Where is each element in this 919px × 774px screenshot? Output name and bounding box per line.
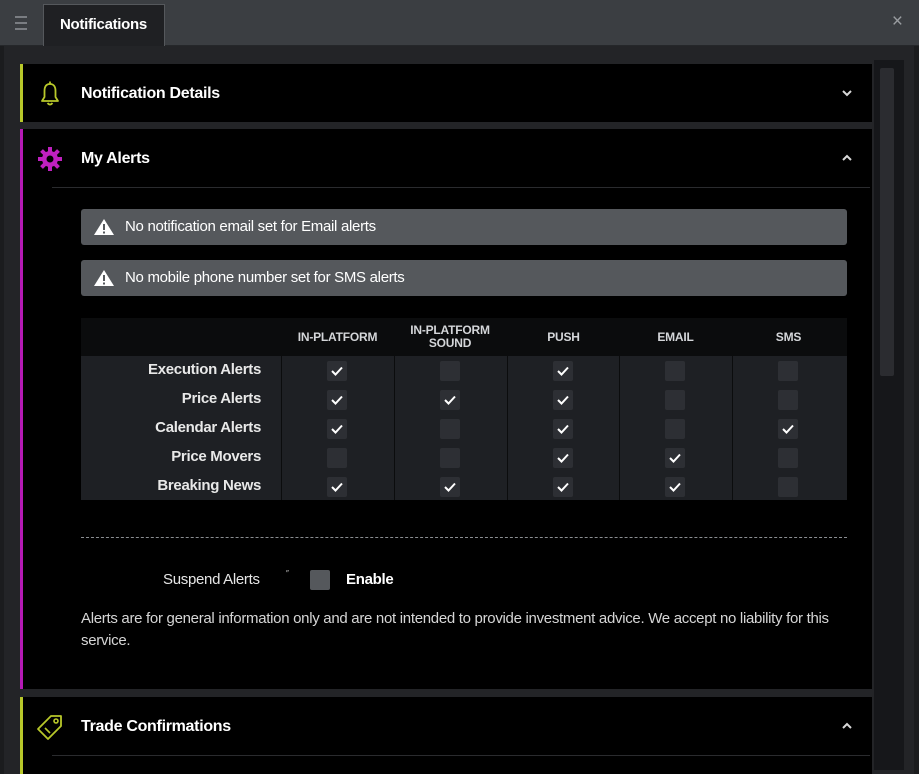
column-header: SMS <box>775 329 802 344</box>
checkmark-icon <box>557 395 569 405</box>
warning-text: No mobile phone number set for SMS alert… <box>125 269 405 286</box>
close-icon[interactable]: × <box>892 12 903 31</box>
section-divider <box>81 537 847 538</box>
tag-icon <box>37 715 62 740</box>
bell-icon <box>41 81 59 106</box>
notification-details-panel: Notification Details <box>20 64 872 122</box>
trade-confirmations-title: Trade Confirmations <box>81 718 231 735</box>
checkmark-icon <box>669 482 681 492</box>
suspend-enable-checkbox[interactable] <box>310 570 330 590</box>
my-alerts-title: My Alerts <box>81 150 150 167</box>
enable-label[interactable]: Enable <box>346 571 394 588</box>
checked-checkbox[interactable] <box>327 419 347 439</box>
vertical-scrollbar[interactable] <box>874 60 904 770</box>
chevron-up-icon[interactable] <box>840 151 854 165</box>
column-header: IN-PLATFORM <box>297 329 378 344</box>
checked-checkbox[interactable] <box>440 477 460 497</box>
checkmark-icon <box>782 424 794 434</box>
table-row: Breaking News <box>81 472 847 501</box>
trade-confirmations-header[interactable]: Trade Confirmations <box>20 697 872 757</box>
unchecked-checkbox[interactable] <box>778 477 798 497</box>
table-row: Execution Alerts <box>81 356 847 385</box>
table-row: Price Alerts <box>81 385 847 414</box>
unchecked-checkbox[interactable] <box>327 448 347 468</box>
disclaimer-text: Alerts are for general information only … <box>81 610 829 649</box>
warning-icon <box>94 219 114 235</box>
row-label: Breaking News <box>157 477 261 494</box>
checkmark-icon <box>557 482 569 492</box>
warning-icon <box>94 270 114 286</box>
row-label: Price Movers <box>171 448 261 465</box>
checked-checkbox[interactable] <box>327 477 347 497</box>
my-alerts-header[interactable]: My Alerts <box>20 129 872 189</box>
sms-warning-banner: No mobile phone number set for SMS alert… <box>81 260 847 296</box>
checked-checkbox[interactable] <box>665 477 685 497</box>
unchecked-checkbox[interactable] <box>778 448 798 468</box>
checked-checkbox[interactable] <box>665 448 685 468</box>
checkmark-icon <box>331 395 343 405</box>
tab-notifications[interactable]: Notifications <box>43 4 165 46</box>
chevron-down-icon[interactable] <box>840 86 854 100</box>
info-mark: ″ <box>286 569 289 578</box>
checked-checkbox[interactable] <box>553 419 573 439</box>
header-divider <box>52 187 870 188</box>
panel-accent <box>20 129 23 689</box>
chevron-up-icon[interactable] <box>840 719 854 733</box>
email-warning-banner: No notification email set for Email aler… <box>81 209 847 245</box>
my-alerts-panel: My Alerts No notification email set for … <box>20 129 872 689</box>
hamburger-icon[interactable] <box>0 0 42 46</box>
unchecked-checkbox[interactable] <box>665 361 685 381</box>
checkmark-icon <box>557 366 569 376</box>
checked-checkbox[interactable] <box>778 419 798 439</box>
column-header: PUSH <box>547 329 580 344</box>
alerts-table-header: IN-PLATFORM IN-PLATFORM SOUND PUSH EMAIL SMS <box>81 318 847 356</box>
notification-details-title: Notification Details <box>81 85 220 102</box>
checkmark-icon <box>669 453 681 463</box>
checked-checkbox[interactable] <box>440 390 460 410</box>
warning-text: No notification email set for Email aler… <box>125 218 376 235</box>
scrollbar-thumb[interactable] <box>880 68 894 376</box>
unchecked-checkbox[interactable] <box>665 390 685 410</box>
unchecked-checkbox[interactable] <box>778 361 798 381</box>
row-label: Calendar Alerts <box>155 419 261 436</box>
checkmark-icon <box>331 424 343 434</box>
unchecked-checkbox[interactable] <box>440 361 460 381</box>
row-label: Price Alerts <box>181 390 262 407</box>
suspend-alerts-label: Suspend Alerts <box>163 571 260 588</box>
column-header: IN-PLATFORM SOUND <box>410 323 490 350</box>
checkmark-icon <box>557 453 569 463</box>
checkmark-icon <box>444 482 456 492</box>
table-row: Calendar Alerts <box>81 414 847 443</box>
unchecked-checkbox[interactable] <box>440 448 460 468</box>
checkmark-icon <box>444 395 456 405</box>
alerts-table: IN-PLATFORM IN-PLATFORM SOUND PUSH EMAIL SMS… <box>81 318 847 500</box>
header-divider <box>52 755 870 756</box>
checkmark-icon <box>557 424 569 434</box>
column-header: EMAIL <box>657 329 694 344</box>
checked-checkbox[interactable] <box>553 361 573 381</box>
trade-confirmations-panel: Trade Confirmations <box>20 697 872 774</box>
unchecked-checkbox[interactable] <box>778 390 798 410</box>
unchecked-checkbox[interactable] <box>665 419 685 439</box>
checked-checkbox[interactable] <box>327 390 347 410</box>
unchecked-checkbox[interactable] <box>440 419 460 439</box>
title-bar: Notifications × <box>0 0 919 46</box>
checkmark-icon <box>331 482 343 492</box>
table-row: Price Movers <box>81 443 847 472</box>
notification-details-header[interactable]: Notification Details <box>20 64 872 124</box>
checkmark-icon <box>331 366 343 376</box>
gear-icon <box>38 147 62 171</box>
checked-checkbox[interactable] <box>553 390 573 410</box>
checked-checkbox[interactable] <box>327 361 347 381</box>
row-label: Execution Alerts <box>147 361 261 378</box>
checked-checkbox[interactable] <box>553 448 573 468</box>
checked-checkbox[interactable] <box>553 477 573 497</box>
